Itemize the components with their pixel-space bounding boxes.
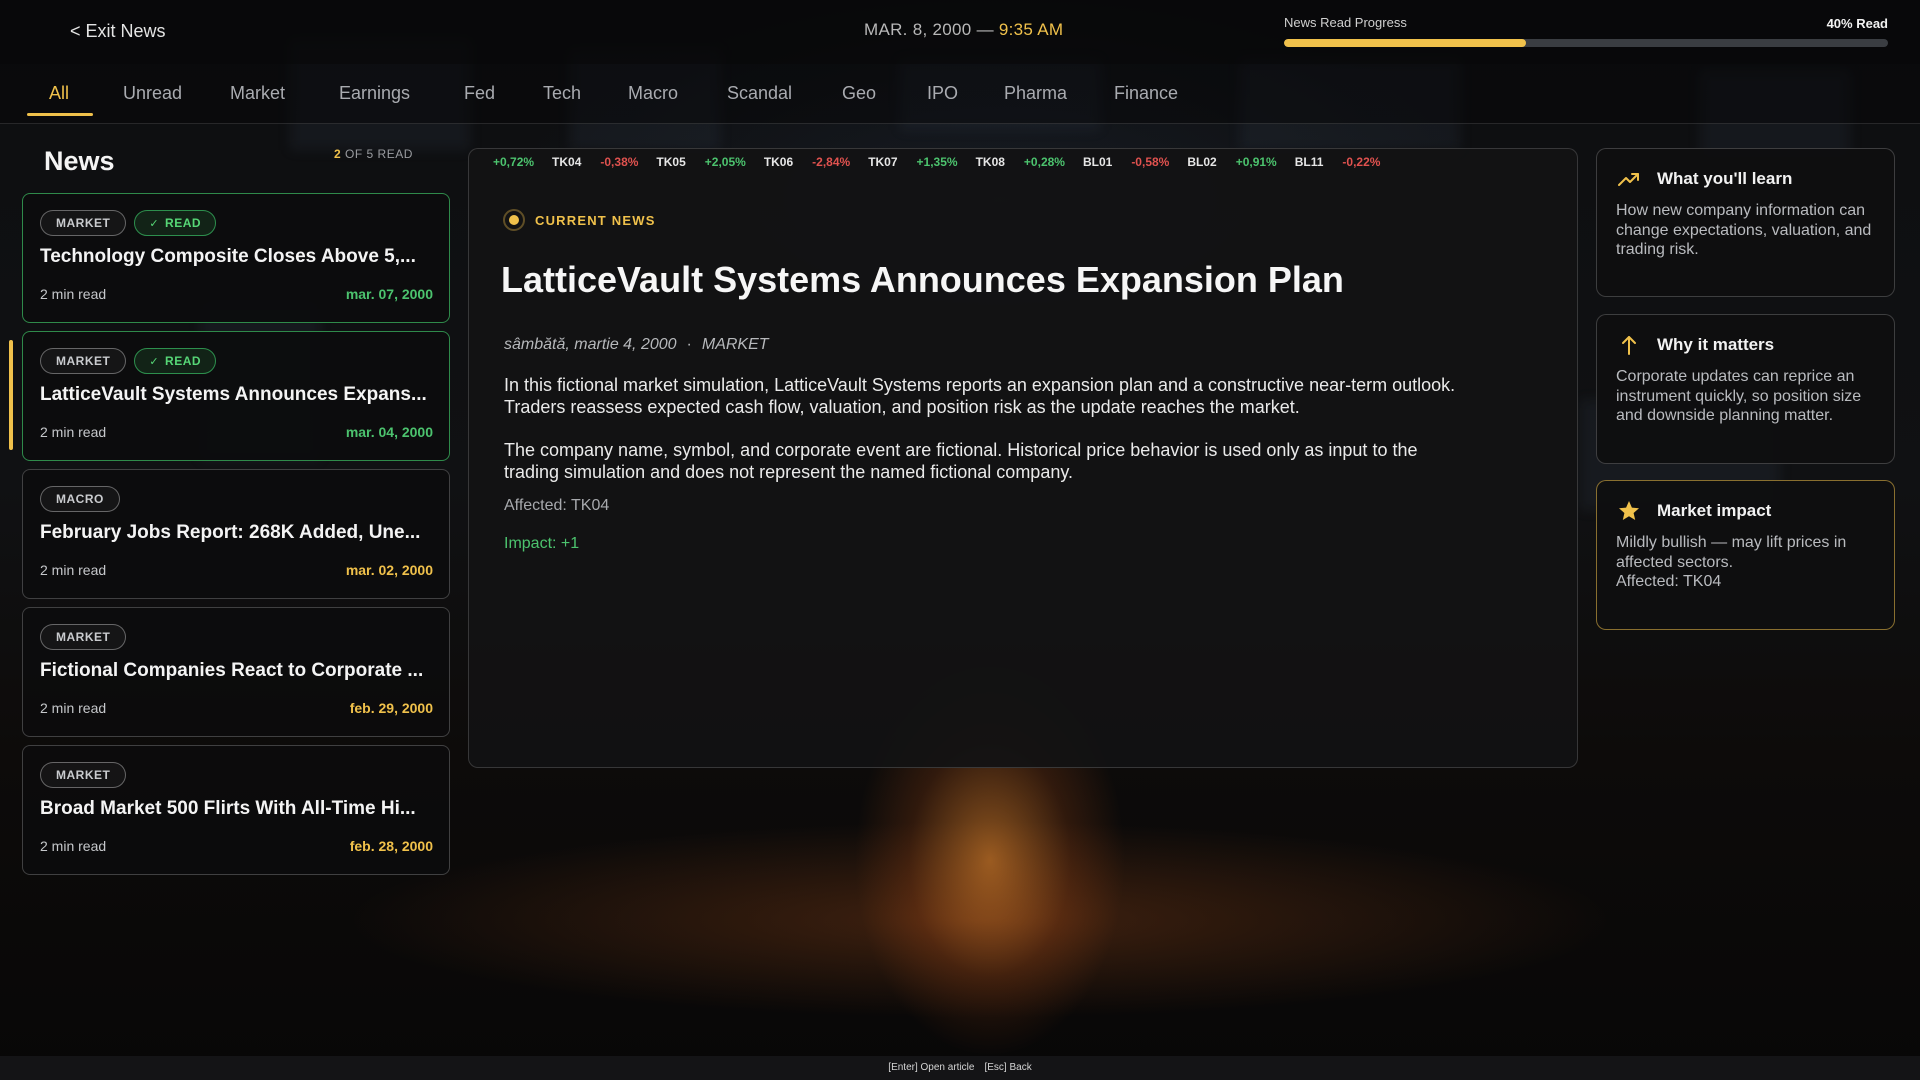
ticker-item: +1,35% TK08 [916,155,1005,169]
esc-hint: [Esc] Back [984,1062,1032,1073]
read-time: 2 min read [40,838,107,854]
article-panel: +0,72% TK04 -0,38% TK05 +2,05% TK06 -2,84% T… [468,148,1578,768]
tab-tech[interactable]: Tech [543,83,581,104]
date-text: MAR. 8, 2000 — [864,20,999,39]
read-time: 2 min read [40,424,107,440]
article-title: LatticeVault Systems Announces Expansion… [501,259,1344,300]
active-tab-indicator [27,113,93,116]
news-headline: Broad Market 500 Flirts With All-Time Hi… [40,798,416,819]
progress-bar [1284,39,1888,47]
simulation-datetime: MAR. 8, 2000 — 9:35 AM [864,20,1063,40]
affected-tickers: Affected: TK04 [504,497,610,514]
news-card[interactable]: MACRO February Jobs Report: 268K Added, … [22,469,450,599]
check-icon: ✓ [149,356,160,368]
news-date: mar. 04, 2000 [345,424,433,440]
impact-score: Impact: +1 [504,535,580,552]
category-badge: MARKET [40,210,127,236]
news-card-selected[interactable]: MARKET ✓ READ LatticeVault Systems Announ… [22,331,450,461]
tab-fed[interactable]: Fed [464,83,495,104]
enter-hint: [Enter] Open article [888,1062,975,1073]
ticker-item: -2,84% TK07 [812,155,898,169]
trend-up-icon [1618,173,1639,186]
card-title: Market impact [1657,501,1772,520]
news-headline: LatticeVault Systems Announces Expans... [40,384,427,405]
read-time: 2 min read [40,286,107,302]
keyboard-hints: [Enter] Open article [Esc] Back [0,1056,1920,1080]
read-time: 2 min read [40,562,107,578]
tab-scandal[interactable]: Scandal [727,83,792,104]
ticker-item: -0,22% [1342,155,1381,169]
article-date: sâmbătă, martie 4, 2000 [504,336,677,353]
read-badge: ✓ READ [134,348,217,374]
category-badge: MARKET [40,348,127,374]
tab-macro[interactable]: Macro [628,83,678,104]
tab-all[interactable]: All [49,83,69,104]
ticker-item: -0,58% BL02 [1131,155,1217,169]
time-text: 9:35 AM [998,20,1064,39]
news-headline: February Jobs Report: 268K Added, Une... [40,522,421,543]
tab-ipo[interactable]: IPO [927,83,958,104]
meta-separator: · [686,336,692,353]
live-dot-icon [503,209,525,231]
card-title: Why it matters [1657,335,1775,354]
current-news-label: CURRENT NEWS [503,209,656,231]
news-headline: Technology Composite Closes Above 5,... [40,246,416,267]
category-tabs: All Unread Market Earnings Fed Tech Macr… [0,64,1920,124]
ticker-item: +0,91% BL11 [1235,155,1324,169]
ticker-strip: +0,72% TK04 -0,38% TK05 +2,05% TK06 -2,84% T… [469,149,1577,175]
news-headline: Fictional Companies React to Corporate .… [40,660,424,681]
ticker-item: +2,05% TK06 [704,155,794,169]
card-text: How new company information can change e… [1616,202,1872,258]
tab-unread[interactable]: Unread [123,83,182,104]
card-text: Mildly bullish — may lift prices in affe… [1616,534,1847,590]
news-date: feb. 29, 2000 [349,700,433,716]
read-badge: ✓ READ [134,210,217,236]
arrow-up-icon [1622,336,1636,355]
selected-item-indicator [9,340,13,450]
exit-news-button[interactable]: < Exit News [70,21,166,42]
ticker-item: +0,28% BL01 [1023,155,1113,169]
tab-earnings[interactable]: Earnings [339,83,410,104]
news-card[interactable]: MARKET Fictional Companies React to Corp… [22,607,450,737]
tab-geo[interactable]: Geo [842,83,876,104]
ticker-item: -0,38% TK05 [600,155,686,169]
ticker-item: +0,72% TK04 [493,155,582,169]
category-badge: MARKET [40,762,127,788]
news-date: feb. 28, 2000 [349,838,433,854]
article-paragraph: The company name, symbol, and corporate … [504,440,1418,482]
why-it-matters-card: Why it matters Corporate updates can rep… [1596,314,1895,464]
tab-pharma[interactable]: Pharma [1004,83,1067,104]
category-badge: MARKET [40,624,127,650]
market-impact-card: Market impact Mildly bullish — may lift … [1596,480,1895,630]
read-time: 2 min read [40,700,107,716]
read-count-text: OF 5 READ [341,147,413,161]
card-text: Corporate updates can reprice an instrum… [1616,368,1862,424]
what-youll-learn-card: What you'll learn How new company inform… [1596,148,1895,297]
tab-market[interactable]: Market [230,83,285,104]
progress-percent: 40% Read [1826,16,1888,31]
progress-label: News Read Progress [1284,15,1407,30]
news-card[interactable]: MARKET Broad Market 500 Flirts With All-… [22,745,450,875]
news-date: mar. 07, 2000 [345,286,433,302]
news-card[interactable]: MARKET ✓ READ Technology Composite Closes… [22,193,450,323]
news-list-title: News [44,146,115,176]
read-count: 2 OF 5 READ [334,147,413,161]
star-icon [1619,501,1639,520]
tab-finance[interactable]: Finance [1114,83,1178,104]
article-meta: sâmbătă, martie 4, 2000 · MARKET [504,336,769,354]
card-title: What you'll learn [1657,169,1793,188]
check-icon: ✓ [149,218,160,230]
article-paragraph: In this fictional market simulation, Lat… [504,375,1456,417]
news-date: mar. 02, 2000 [345,562,433,578]
article-category: MARKET [701,336,769,353]
category-badge: MACRO [40,486,120,512]
top-bar: < Exit News MAR. 8, 2000 — 9:35 AM News … [0,0,1920,64]
progress-bar-fill [1284,39,1526,47]
